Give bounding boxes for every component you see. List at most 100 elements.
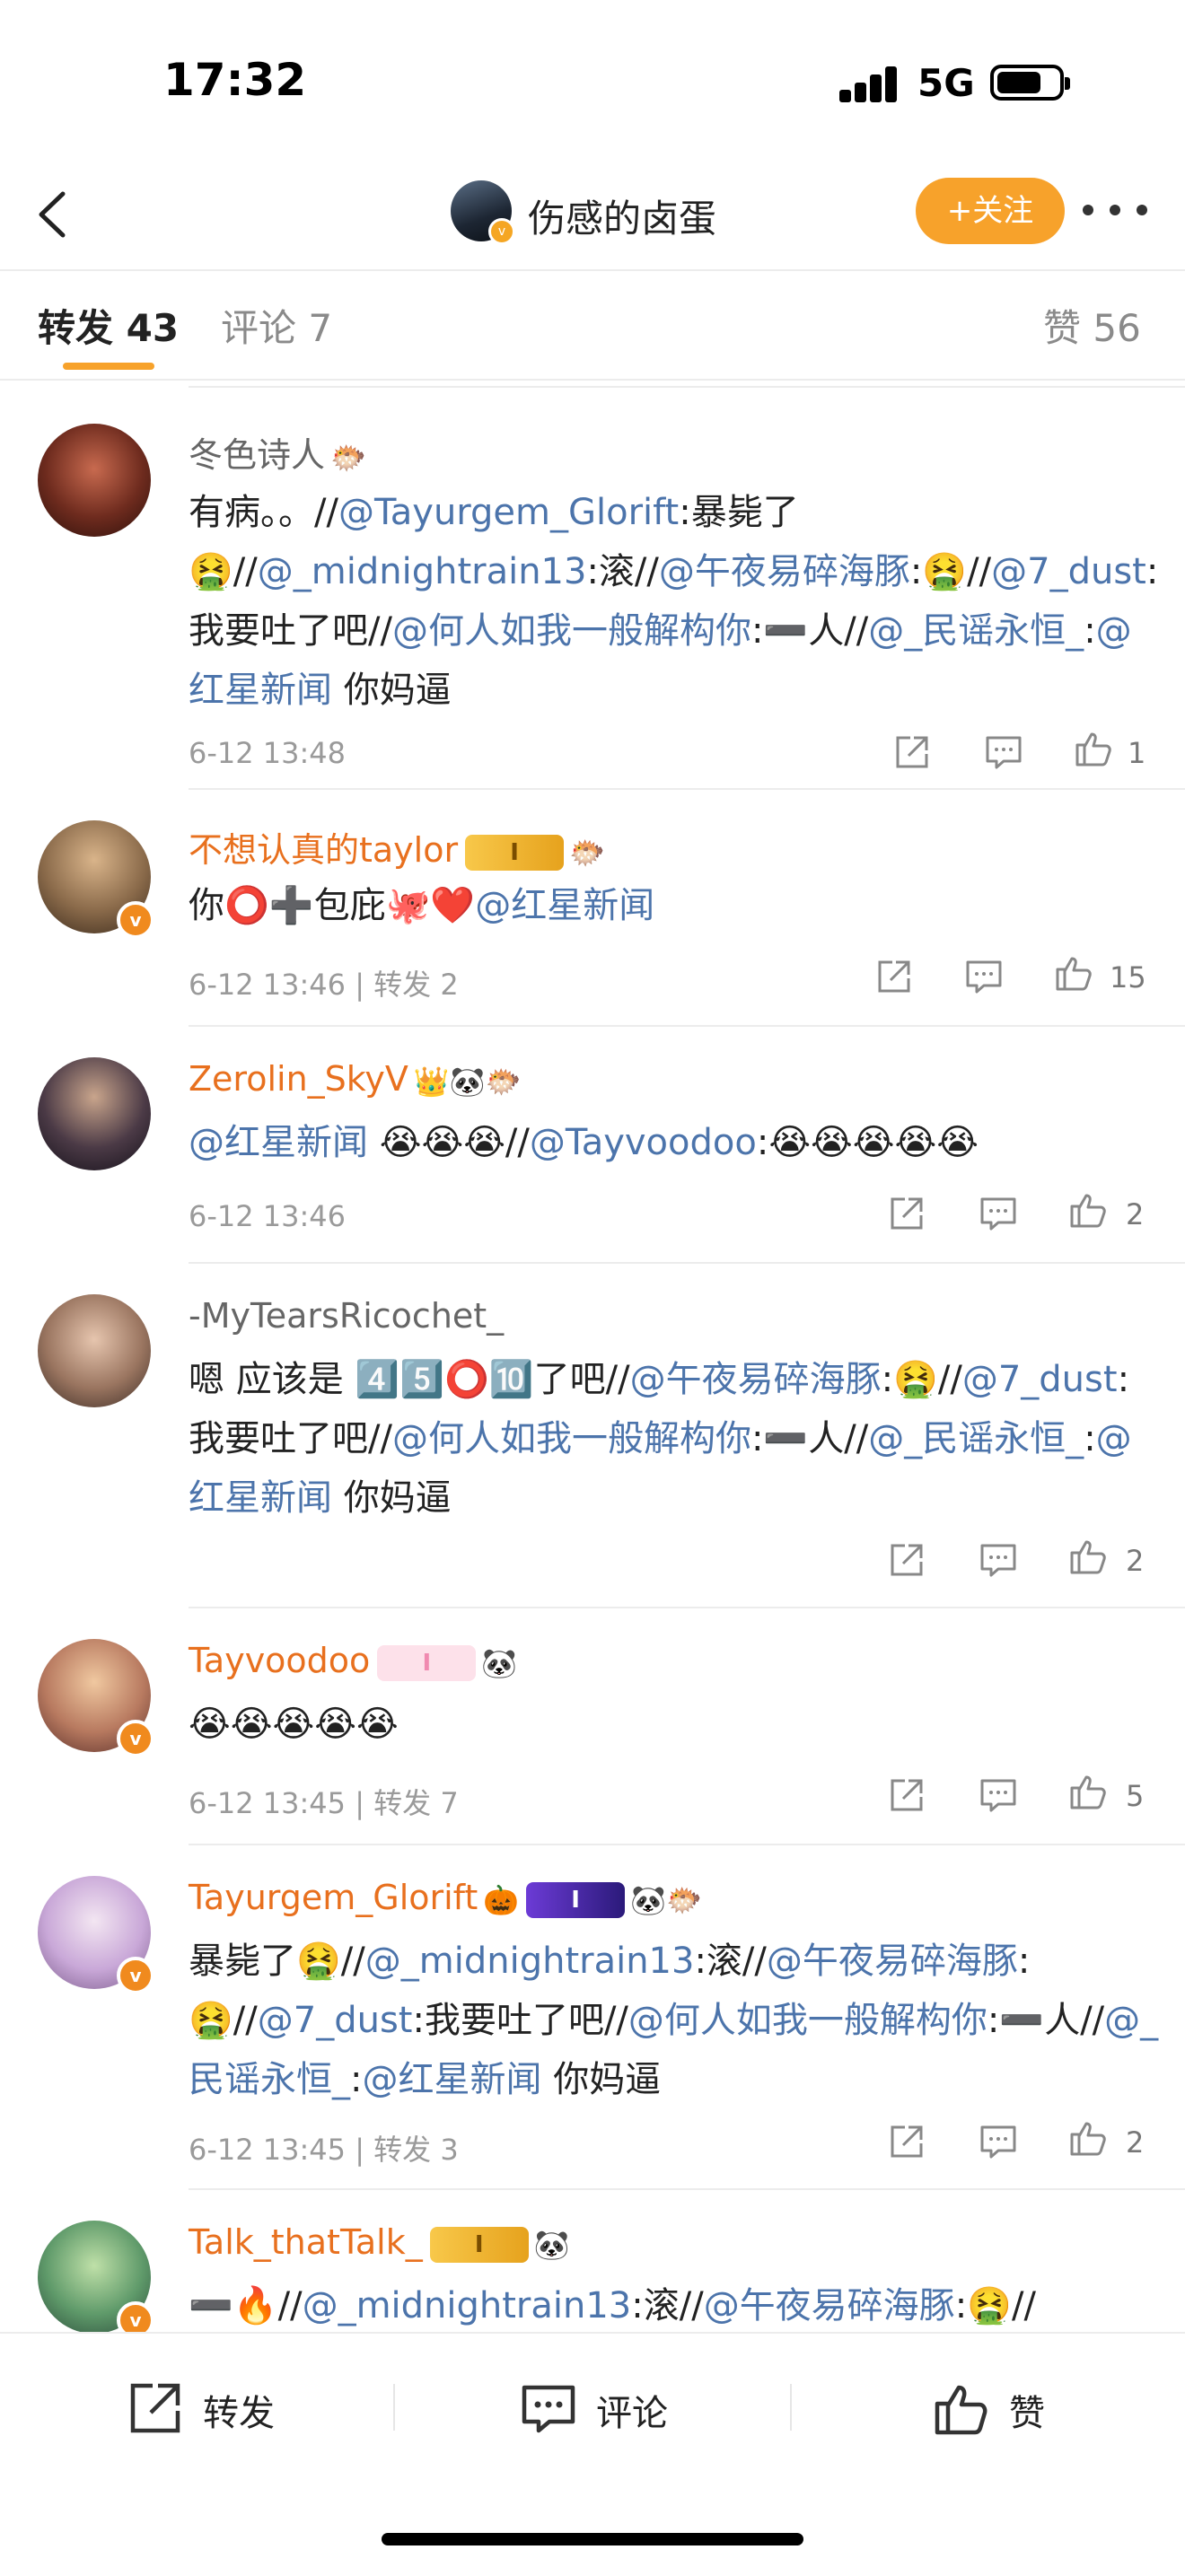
share-icon[interactable] [885,2120,928,2163]
mention-link[interactable]: @午夜易碎海豚 [704,2285,955,2326]
mention-link[interactable]: @_midnightrain13 [365,1941,695,1982]
pumpkin-badge-icon: 🎃 [483,1882,520,1917]
like-button[interactable]: 赞 [930,2377,1074,2440]
list-item[interactable]: v 不想认真的taylor I 🐡 你⭕➕包庇🐙❤️@红星新闻 6-12 13:46… [0,790,1185,1027]
tab-comment[interactable]: 评论 7 [221,298,332,353]
mention-link[interactable]: @7_dust [991,551,1146,592]
like-icon[interactable] [1072,727,1115,770]
mention-link[interactable]: @午夜易碎海豚 [659,551,910,592]
comment-button[interactable]: 评论 [517,2377,697,2440]
share-icon[interactable] [891,731,934,774]
mention-link[interactable]: @何人如我一般解构你 [392,610,751,652]
comment-icon[interactable] [977,2120,1020,2163]
fish-badge-icon: 🐡 [330,440,366,475]
mention-link[interactable]: @午夜易碎海豚 [767,1941,1018,1982]
share-icon[interactable] [885,1192,928,1235]
like-icon[interactable] [1066,2116,1110,2160]
list-item[interactable]: -MyTearsRicochet_ 嗯 应该是 4️⃣5️⃣⭕🔟了吧//@午夜易… [0,1264,1185,1608]
network-type: 5G [917,61,975,105]
list-item[interactable]: v Tayvoodoo I 🐼 😭😭😭😭😭 6-12 13:45 | 转发 7 5 [0,1608,1185,1845]
like-icon[interactable] [1066,1535,1110,1578]
mention-link[interactable]: @红星新闻 [189,1122,368,1163]
comment-icon[interactable] [977,1774,1020,1817]
avatar[interactable] [38,1294,151,1407]
share-icon[interactable] [885,1538,928,1582]
tab-active-indicator [63,363,154,370]
share-icon[interactable] [873,955,916,998]
like-icon [935,2385,988,2435]
mention-link[interactable]: @_民谣永恒_ [868,1418,1084,1459]
verified-badge-icon: v [488,218,515,245]
username[interactable]: Tayurgem_Glorift 🎃 I 🐼🐡 [189,1878,702,1918]
mention-link[interactable]: @午夜易碎海豚 [630,1359,882,1400]
username[interactable]: Tayvoodoo I 🐼 [189,1641,517,1681]
username[interactable]: -MyTearsRicochet_ [189,1296,504,1336]
panda-badge-icon: 🐼 [481,1645,518,1680]
tab-like[interactable]: 赞 56 [1043,298,1141,353]
username[interactable]: Talk_thatTalk_ I 🐼 [189,2222,570,2263]
timestamp: 6-12 13:46 | 转发 2 [189,968,459,1002]
repost-list[interactable]: 冬色诗人 🐡 有病。。//@Tayurgem_Glorift:暴毙了🤮//@_mi… [0,386,1185,2332]
comment-icon [522,2385,575,2433]
repost-text: @红星新闻 😭😭😭//@Tayvoodoo:😭😭😭😭😭 [189,1122,979,1163]
list-item[interactable]: Zerolin_SkyV 👑🐼🐡 @红星新闻 😭😭😭//@Tayvoodoo:😭😭… [0,1027,1185,1264]
panda-badge-icon: 🐼 [533,2227,570,2262]
like-count: 2 [1126,2125,1145,2160]
mention-link[interactable]: @红星新闻 [475,885,654,926]
nav-bar: v 伤感的卤蛋 +关注 [0,162,1185,271]
comment-icon[interactable] [982,731,1025,774]
avatar[interactable] [38,424,151,537]
follow-button[interactable]: +关注 [916,178,1065,244]
vip-badge-icon: I [429,2226,529,2263]
mention-link[interactable]: @_midnightrain13 [258,551,587,592]
author-avatar[interactable]: v [451,180,515,245]
comment-icon[interactable] [977,1192,1020,1235]
status-bar: 17:32 5G [0,0,1185,162]
list-item[interactable]: 冬色诗人 🐡 有病。。//@Tayurgem_Glorift:暴毙了🤮//@_mi… [0,386,1185,790]
mention-link[interactable]: @_midnightrain13 [303,2285,632,2326]
like-icon[interactable] [1066,1188,1110,1231]
list-item[interactable]: v Talk_thatTalk_ I 🐼 ➖🔥//@_midnightrain13:… [0,2190,1185,2332]
back-icon[interactable] [27,183,81,246]
repost-text: 嗯 应该是 4️⃣5️⃣⭕🔟了吧//@午夜易碎海豚:🤮//@7_dust:我要吐… [189,1359,1132,1519]
like-icon[interactable] [1052,951,1095,994]
verified-badge-icon: v [117,901,154,939]
like-count: 2 [1126,1544,1145,1578]
username[interactable]: Zerolin_SkyV 👑🐼🐡 [189,1059,521,1099]
author-name[interactable]: 伤感的卤蛋 [528,188,716,243]
repost-text: 暴毙了🤮//@_midnightrain13:滚//@午夜易碎海豚:🤮//@7_… [189,1941,1159,2100]
comment-icon[interactable] [962,955,1005,998]
mention-link[interactable]: @_民谣永恒_ [868,610,1084,652]
list-item[interactable]: v Tayurgem_Glorift 🎃 I 🐼🐡 暴毙了🤮//@_midnightr… [0,1845,1185,2190]
like-icon[interactable] [1066,1770,1110,1813]
share-icon[interactable] [885,1774,928,1817]
repost-text: 😭😭😭😭😭 [189,1704,399,1745]
username[interactable]: 不想认真的taylor I 🐡 [189,822,605,872]
status-time: 17:32 [163,54,307,106]
timestamp: 6-12 13:45 | 转发 3 [189,2133,459,2167]
comment-icon[interactable] [977,1538,1020,1582]
bottom-action-bar: 转发 评论 赞 [0,2332,1185,2576]
vip-badge-icon: I [377,1644,477,1681]
mention-link[interactable]: @何人如我一般解构你 [392,1418,751,1459]
mention-link[interactable]: @红星新闻 [362,2059,541,2100]
home-indicator [382,2533,803,2545]
vip-badge-icon: I [465,834,565,871]
avatar[interactable] [38,1057,151,1170]
mention-link[interactable]: @7_dust [962,1359,1118,1400]
repost-button[interactable]: 转发 [124,2377,303,2440]
mention-link[interactable]: @Tayurgem_Glorift [338,492,679,533]
verified-badge-icon: v [117,2301,154,2332]
mention-link[interactable]: @7_dust [258,2000,413,2041]
mention-link[interactable]: @Tayvoodoo [530,1122,757,1163]
mention-link[interactable]: @何人如我一般解构你 [628,2000,988,2041]
username[interactable]: 冬色诗人 🐡 [189,427,366,477]
like-count: 2 [1126,1197,1145,1231]
more-icon[interactable] [1083,196,1147,224]
crown-badge-icon: 👑🐼🐡 [413,1064,522,1099]
repost-text: 有病。。//@Tayurgem_Glorift:暴毙了🤮//@_midnight… [189,492,1159,711]
repost-icon [130,2383,180,2433]
vip-badge-icon: I [526,1881,626,1918]
tab-repost[interactable]: 转发 43 [38,298,179,353]
like-count: 1 [1128,736,1146,770]
